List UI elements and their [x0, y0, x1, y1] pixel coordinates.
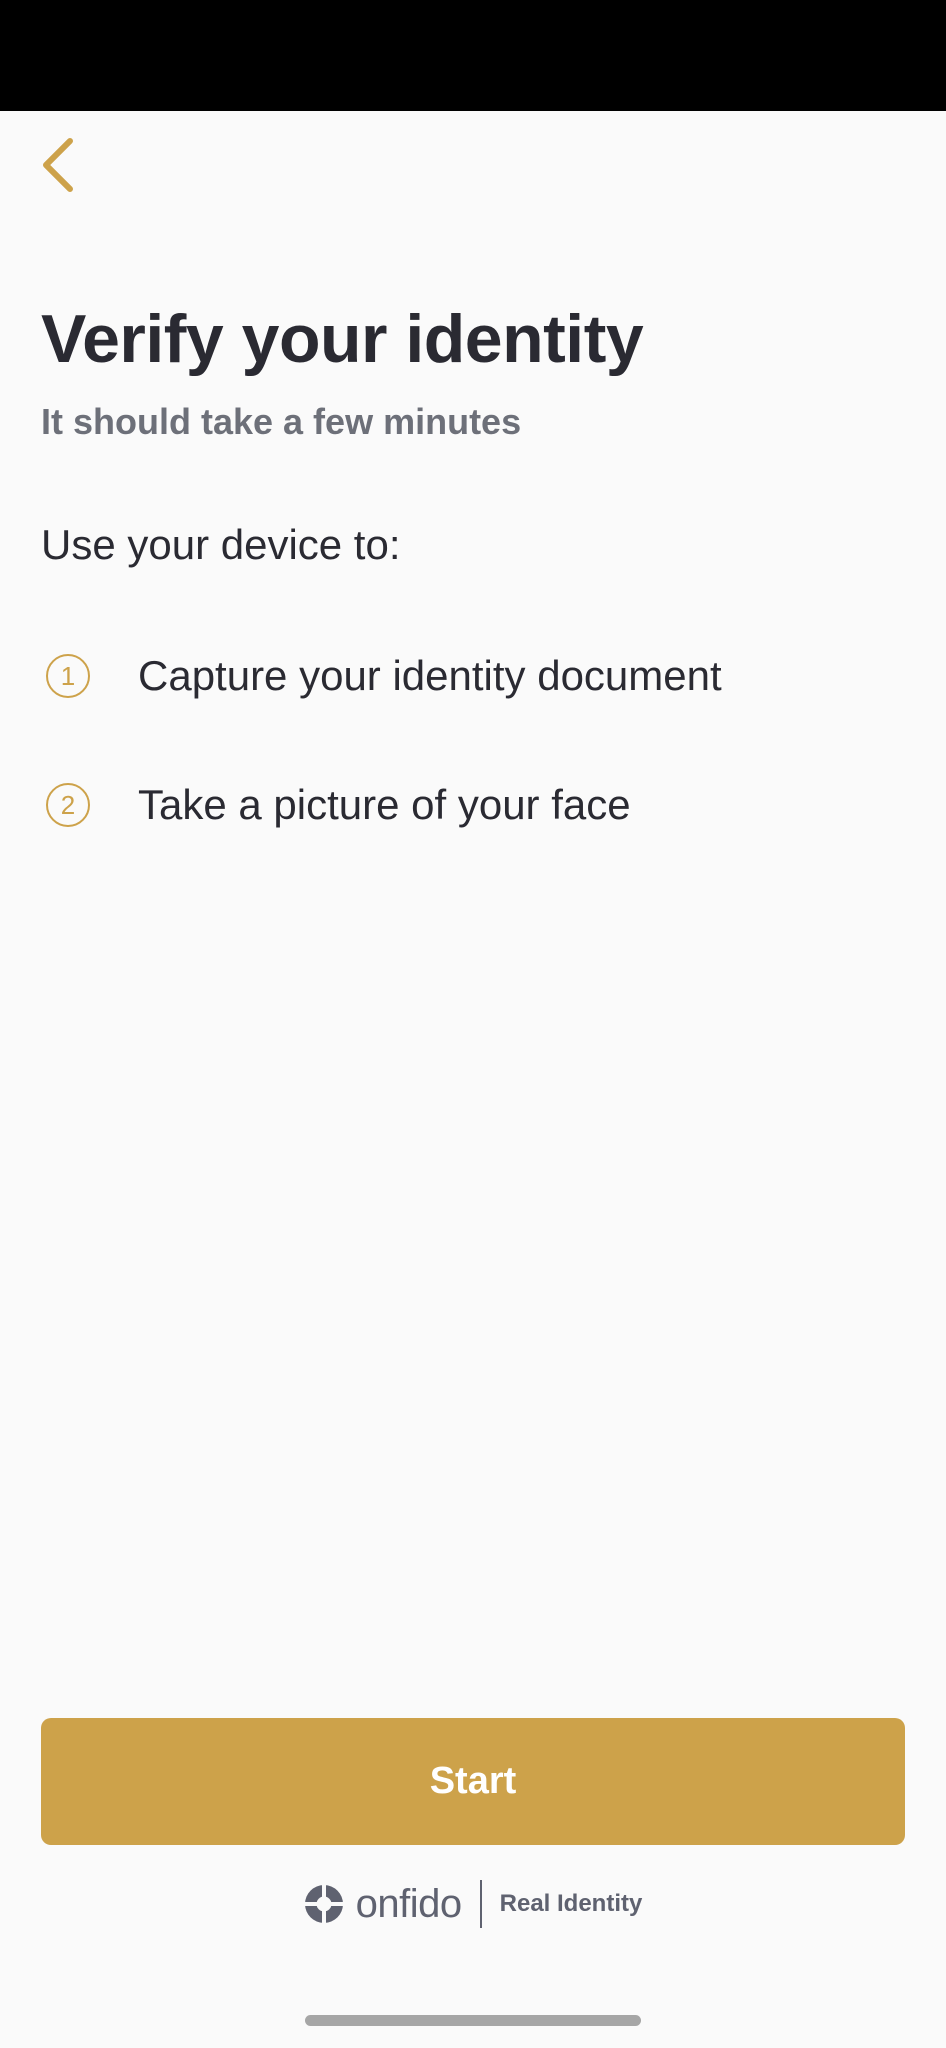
step-label: Capture your identity document [138, 652, 722, 699]
brand-name: onfido [355, 1881, 462, 1926]
chevron-left-icon [43, 138, 73, 192]
step-number-badge: 2 [46, 783, 90, 827]
step-number-badge: 1 [46, 654, 90, 698]
brand-tagline: Real Identity [499, 1890, 643, 1917]
brand-divider [479, 1880, 482, 1928]
step-item-capture-document: 1 Capture your identity document [46, 651, 722, 701]
home-indicator[interactable] [305, 2015, 641, 2026]
page-subtitle: It should take a few minutes [41, 401, 522, 442]
back-button[interactable] [28, 132, 88, 198]
start-button[interactable]: Start [41, 1718, 905, 1845]
onfido-logo-icon [303, 1884, 344, 1924]
step-label: Take a picture of your face [138, 781, 631, 828]
intro-text: Use your device to: [41, 521, 401, 568]
powered-by-brand: onfido Real Identity [0, 1878, 946, 1930]
step-item-take-selfie: 2 Take a picture of your face [46, 780, 631, 830]
status-bar [0, 0, 946, 111]
page-title: Verify your identity [41, 301, 644, 377]
